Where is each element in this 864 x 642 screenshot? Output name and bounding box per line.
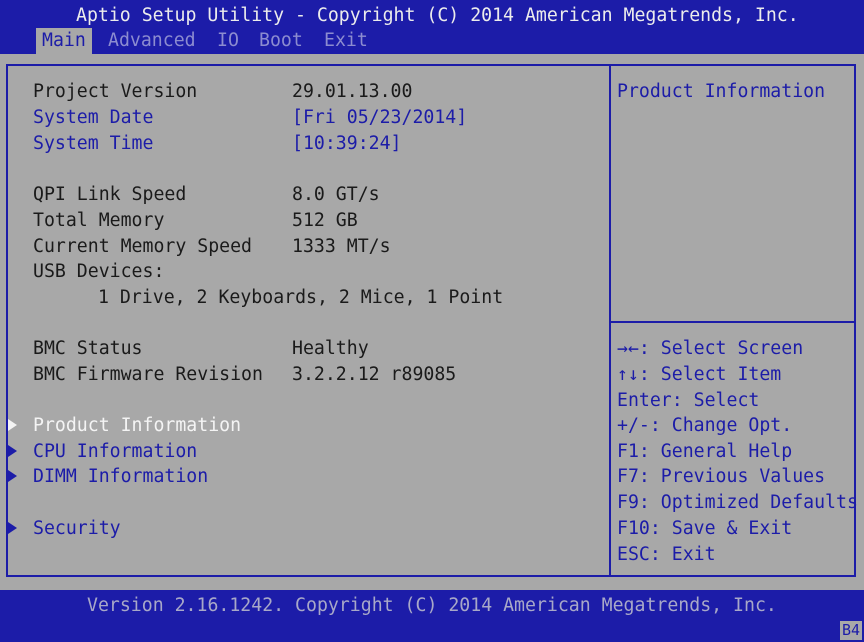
memory-speed-value: 1333 MT/s [292,236,391,257]
key-name: →←: [617,338,650,359]
help-text: Product Information [617,81,826,102]
key-optimized-defaults: F9: Optimized Defaults [617,490,858,516]
key-general-help: F1: General Help [617,439,792,465]
key-change-opt: +/-: Change Opt. [617,413,792,439]
key-select-item: ↑↓: Select Item [617,362,781,388]
tab-advanced[interactable]: Advanced [108,28,196,54]
key-action: General Help [649,441,793,462]
submenu-arrow-icon [8,470,17,482]
submenu-arrow-icon [8,419,17,431]
key-name: F7: [617,466,650,487]
key-exit: ESC: Exit [617,542,716,568]
key-select-screen: →←: Select Screen [617,336,803,362]
project-version-value: 29.01.13.00 [292,81,413,102]
app-title: Aptio Setup Utility - Copyright (C) 2014… [76,5,799,26]
key-save-exit: F10: Save & Exit [617,516,792,542]
post-code-badge: B4 [839,621,862,640]
key-name: +/-: [617,415,661,436]
key-name: Enter: [617,390,683,411]
bmc-status-value: Healthy [292,338,369,359]
key-name: F10: [617,518,661,539]
memory-speed-label: Current Memory Speed [33,236,252,257]
tab-exit[interactable]: Exit [324,28,368,54]
submenu-arrow-icon [8,522,17,534]
key-action: Optimized Defaults [649,492,858,513]
help-divider [611,321,856,323]
bmc-firmware-value: 3.2.2.12 r89085 [292,364,457,385]
key-action: Exit [660,544,716,565]
submenu-cpu-information[interactable]: CPU Information [33,439,197,465]
key-name: ESC: [617,544,661,565]
version-text: Version 2.16.1242. Copyright (C) 2014 Am… [87,595,777,616]
bmc-firmware-label: BMC Firmware Revision [33,364,263,385]
usb-devices-value: 1 Drive, 2 Keyboards, 2 Mice, 1 Point [98,287,504,308]
system-time-field[interactable]: [10:39:24] [292,131,402,157]
qpi-link-speed-label: QPI Link Speed [33,184,187,205]
key-action: Change Opt. [660,415,793,436]
system-date-label[interactable]: System Date [33,105,153,131]
tab-io[interactable]: IO [217,28,239,54]
system-time-label[interactable]: System Time [33,131,153,157]
title-bar: Aptio Setup Utility - Copyright (C) 2014… [0,0,864,54]
key-action: Select Item [649,364,782,385]
status-bar: Version 2.16.1242. Copyright (C) 2014 Am… [0,590,864,642]
total-memory-value: 512 GB [292,210,358,231]
tab-boot[interactable]: Boot [259,28,303,54]
tab-main[interactable]: Main [36,28,92,54]
submenu-security[interactable]: Security [33,516,121,542]
key-action: Select Screen [649,338,804,359]
project-version-label: Project Version [33,81,198,102]
total-memory-label: Total Memory [33,210,165,231]
key-name: ↑↓: [617,364,650,385]
qpi-link-speed-value: 8.0 GT/s [292,184,380,205]
submenu-dimm-information[interactable]: DIMM Information [33,464,208,490]
usb-devices-label: USB Devices: [33,261,165,282]
key-name: F9: [617,492,650,513]
submenu-arrow-icon [8,445,17,457]
key-enter: Enter: Select [617,388,759,414]
key-action: Previous Values [649,466,826,487]
bmc-status-label: BMC Status [33,338,143,359]
key-action: Select [682,390,760,411]
key-previous-values: F7: Previous Values [617,464,825,490]
key-name: F1: [617,441,650,462]
key-action: Save & Exit [660,518,793,539]
submenu-product-information[interactable]: Product Information [33,413,241,439]
system-date-field[interactable]: [Fri 05/23/2014] [292,105,467,131]
